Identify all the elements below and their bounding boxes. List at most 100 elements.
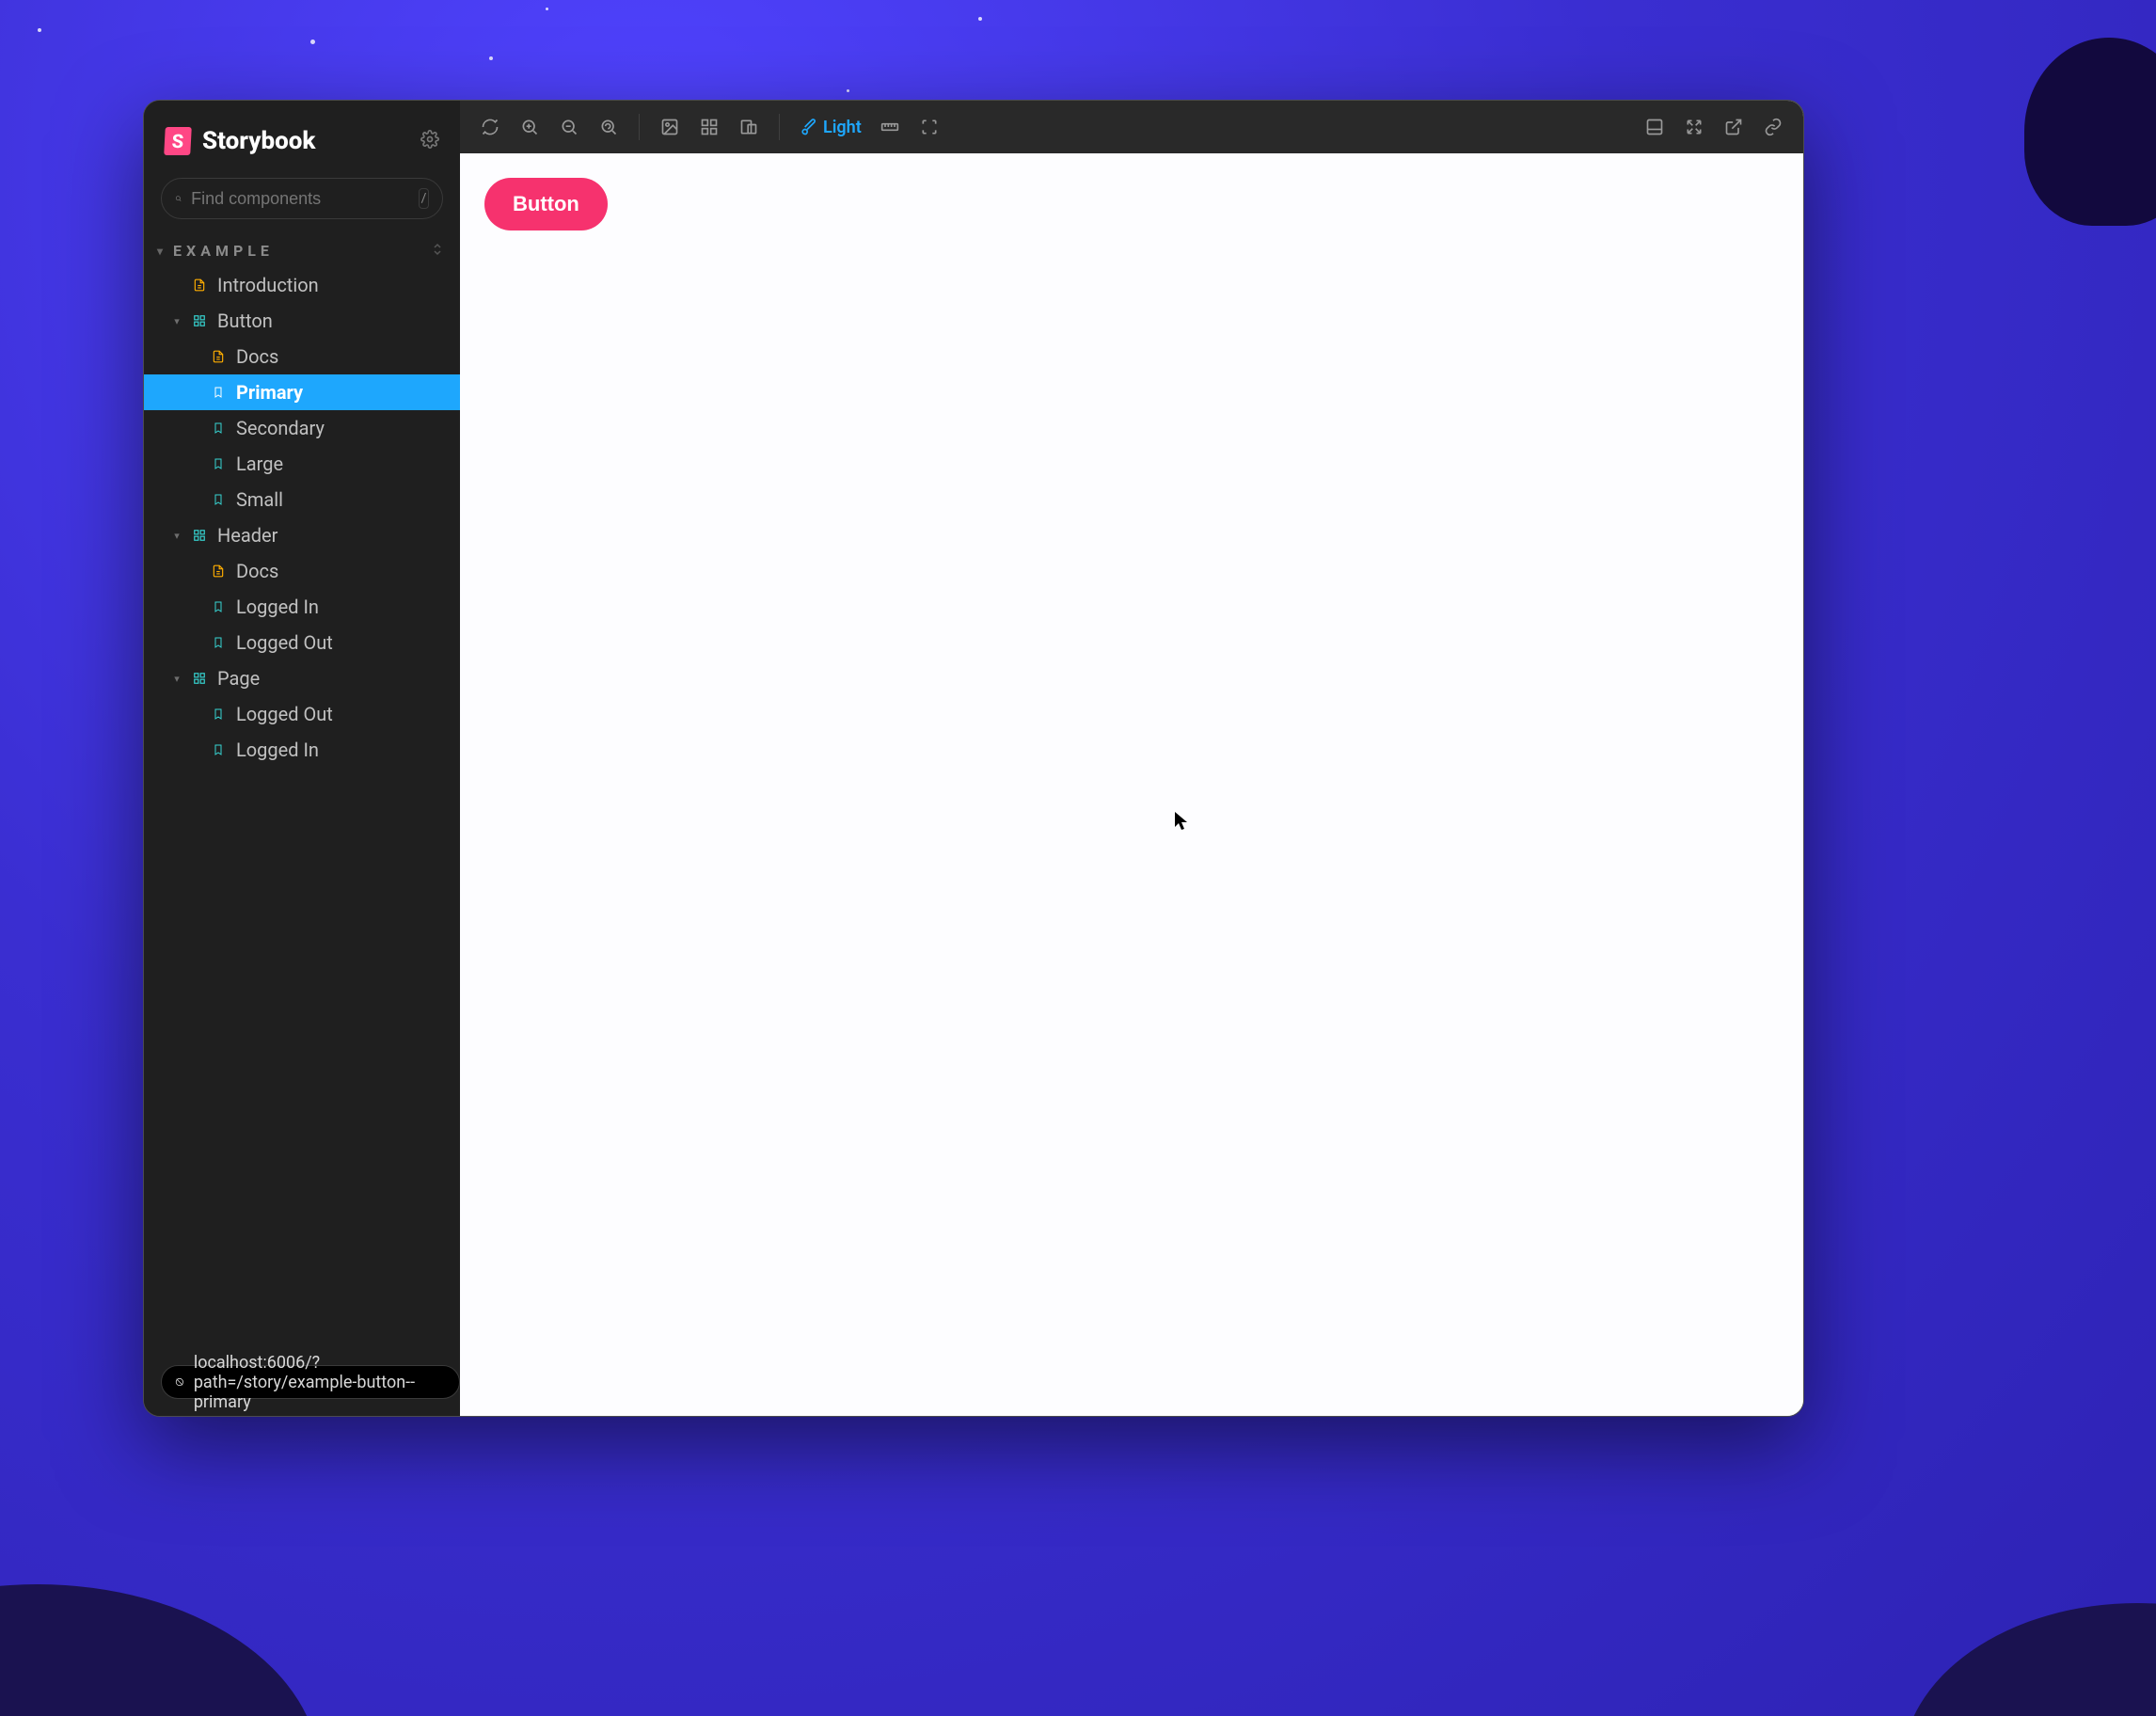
- expand-icon: [1685, 118, 1704, 136]
- zoom-out-button[interactable]: [550, 108, 588, 146]
- doc-icon: [210, 564, 227, 578]
- sidebar-item-large[interactable]: Large: [144, 446, 460, 482]
- outline-button[interactable]: [911, 108, 948, 146]
- sidebar-item-logged-out[interactable]: Logged Out: [144, 625, 460, 660]
- zoom-reset-icon: [599, 118, 618, 136]
- story-icon: [210, 421, 227, 435]
- sidebar-item-docs[interactable]: Docs: [144, 553, 460, 589]
- sidebar-item-label: Button: [217, 310, 273, 332]
- story-icon: [210, 707, 227, 721]
- viewport-button[interactable]: [730, 108, 768, 146]
- search-shortcut-hint: /: [419, 188, 429, 209]
- sidebar-item-small[interactable]: Small: [144, 482, 460, 517]
- sidebar-item-primary[interactable]: Primary: [144, 374, 460, 410]
- sidebar: S Storybook / ▾ EXAMPLE Introduction ▾ But…: [144, 101, 460, 1416]
- zoom-reset-button[interactable]: [590, 108, 627, 146]
- preview-canvas[interactable]: Button: [460, 153, 1803, 1416]
- component-icon: [191, 672, 208, 685]
- canvas-toolbar: Light: [460, 101, 1803, 153]
- storybook-window: S Storybook / ▾ EXAMPLE Introduction ▾ But…: [143, 100, 1804, 1417]
- sidebar-item-label: Primary: [236, 381, 303, 404]
- toolbar-separator: [639, 114, 640, 140]
- image-icon: [660, 118, 679, 136]
- copy-link-button[interactable]: [1754, 108, 1792, 146]
- sidebar-item-docs[interactable]: Docs: [144, 339, 460, 374]
- sidebar-item-label: Secondary: [236, 417, 325, 439]
- component-icon: [191, 314, 208, 327]
- sidebar-item-page[interactable]: ▾ Page: [144, 660, 460, 696]
- expand-collapse-icon[interactable]: [432, 243, 443, 260]
- sidebar-group-label: EXAMPLE: [173, 242, 274, 260]
- sidebar-item-secondary[interactable]: Secondary: [144, 410, 460, 446]
- mouse-cursor-icon: [1175, 812, 1190, 831]
- sidebar-item-label: Logged Out: [236, 703, 333, 725]
- sidebar-item-logged-in[interactable]: Logged In: [144, 732, 460, 768]
- preview-primary-button[interactable]: Button: [484, 178, 608, 230]
- viewport-icon: [739, 118, 758, 136]
- story-icon: [210, 636, 227, 649]
- brush-icon: [799, 118, 817, 136]
- story-icon: [210, 743, 227, 756]
- story-icon: [210, 457, 227, 470]
- sidebar-item-label: Logged In: [236, 739, 319, 761]
- sidebar-item-button[interactable]: ▾ Button: [144, 303, 460, 339]
- sidebar-item-introduction[interactable]: Introduction: [144, 267, 460, 303]
- caret-icon: ▾: [172, 315, 182, 327]
- addons-panel-button[interactable]: [1636, 108, 1673, 146]
- app-title: Storybook: [202, 127, 409, 155]
- zoom-in-button[interactable]: [511, 108, 548, 146]
- doc-icon: [191, 278, 208, 292]
- theme-label: Light: [823, 118, 862, 137]
- sidebar-item-logged-out[interactable]: Logged Out: [144, 696, 460, 732]
- caret-icon: ▾: [172, 673, 182, 685]
- sidebar-item-label: Logged Out: [236, 631, 333, 654]
- search-field[interactable]: [191, 189, 409, 209]
- toolbar-separator: [779, 114, 780, 140]
- grid-button[interactable]: [690, 108, 728, 146]
- story-icon: [210, 600, 227, 613]
- sidebar-item-header[interactable]: ▾ Header: [144, 517, 460, 553]
- component-icon: [191, 529, 208, 542]
- zoom-in-icon: [520, 118, 539, 136]
- storybook-logo-icon: S: [164, 127, 192, 155]
- sidebar-item-label: Large: [236, 453, 283, 475]
- insecure-icon: [175, 1374, 184, 1390]
- sidebar-item-label: Docs: [236, 345, 278, 368]
- search-icon: [175, 191, 182, 206]
- caret-icon: ▾: [172, 530, 182, 542]
- open-isolated-button[interactable]: [1715, 108, 1752, 146]
- sync-icon: [481, 118, 499, 136]
- doc-icon: [210, 350, 227, 363]
- link-icon: [1764, 118, 1783, 136]
- settings-button[interactable]: [420, 130, 439, 153]
- theme-button[interactable]: Light: [791, 108, 869, 146]
- grid-icon: [700, 118, 719, 136]
- sidebar-item-label: Header: [217, 524, 277, 547]
- sidebar-item-label: Docs: [236, 560, 278, 582]
- sidebar-item-logged-in[interactable]: Logged In: [144, 589, 460, 625]
- story-icon: [210, 386, 227, 399]
- external-link-icon: [1724, 118, 1743, 136]
- sidebar-group-header[interactable]: ▾ EXAMPLE: [144, 229, 460, 265]
- component-tree: Introduction ▾ Button Docs Primary Secondary L…: [144, 265, 460, 777]
- measure-button[interactable]: [871, 108, 909, 146]
- sidebar-item-label: Small: [236, 488, 283, 511]
- panel-bottom-icon: [1645, 118, 1664, 136]
- sidebar-item-label: Introduction: [217, 274, 319, 296]
- remount-button[interactable]: [471, 108, 509, 146]
- zoom-out-icon: [560, 118, 579, 136]
- sidebar-item-label: Page: [217, 667, 260, 690]
- sidebar-item-label: Logged In: [236, 596, 319, 618]
- caret-down-icon: ▾: [157, 245, 167, 258]
- status-url-text: localhost:6006/?path=/story/example-butt…: [194, 1353, 442, 1412]
- story-icon: [210, 493, 227, 506]
- sidebar-header: S Storybook: [144, 101, 460, 168]
- main-panel: Light: [460, 101, 1803, 1416]
- fullscreen-button[interactable]: [1675, 108, 1713, 146]
- outline-icon: [920, 118, 939, 136]
- search-input[interactable]: /: [161, 178, 443, 219]
- gear-icon: [420, 130, 439, 149]
- backgrounds-button[interactable]: [651, 108, 689, 146]
- ruler-icon: [880, 118, 899, 136]
- status-url-bar[interactable]: localhost:6006/?path=/story/example-butt…: [161, 1365, 460, 1399]
